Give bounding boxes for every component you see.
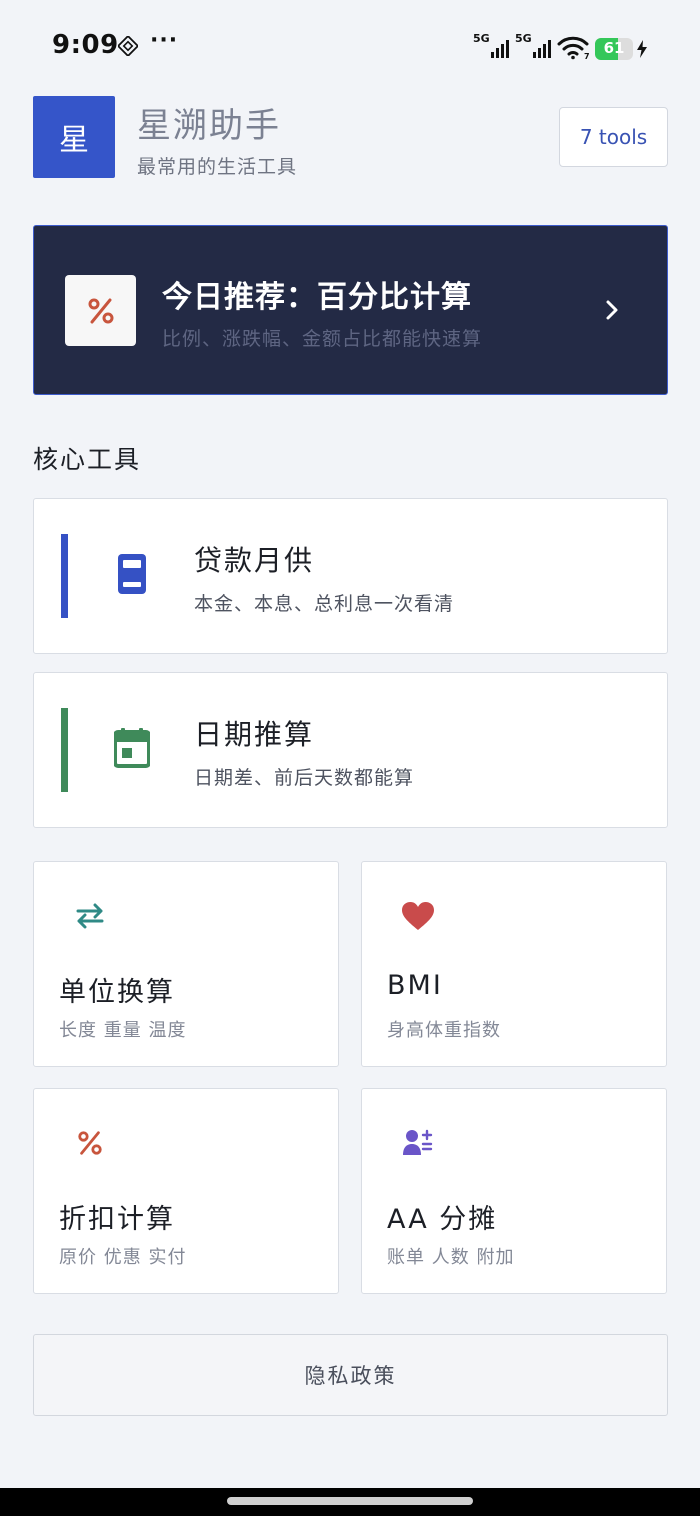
tool-description: 账单 人数 附加 (387, 1247, 515, 1268)
tool-card-bmi[interactable]: BMI 身高体重指数 (361, 861, 667, 1067)
tools-count-button[interactable]: 7 tools (559, 107, 668, 167)
chevron-right-icon (606, 300, 618, 320)
swap-arrows-icon (72, 898, 108, 934)
signal-label: 5G (473, 32, 490, 45)
wifi-badge: 7 (584, 52, 589, 60)
tool-title: 日期推算 (194, 718, 315, 751)
card-accent-bar (61, 708, 68, 792)
status-indicators: 5G 5G 7 61 (473, 30, 648, 60)
heart-icon (400, 898, 436, 934)
app-logo: 星 (33, 96, 115, 178)
notification-icon (118, 36, 138, 56)
recommendation-title: 今日推荐：百分比计算 (162, 280, 472, 315)
more-notifications-icon: ··· (150, 28, 179, 53)
tool-description: 原价 优惠 实付 (59, 1247, 187, 1268)
tool-description: 长度 重量 温度 (59, 1020, 187, 1041)
tool-title: 折扣计算 (59, 1204, 175, 1235)
cellular-signal-icon: 5G (473, 32, 509, 60)
navigation-bar (0, 1488, 700, 1516)
tool-title: BMI (387, 970, 443, 1001)
charging-icon (637, 40, 647, 58)
percent-icon (65, 275, 136, 346)
privacy-policy-button[interactable]: 隐私政策 (33, 1334, 668, 1416)
tool-title: AA 分摊 (387, 1204, 498, 1235)
tool-description: 身高体重指数 (387, 1020, 501, 1041)
signal-label: 5G (515, 32, 532, 45)
app-screen: 9:09 ··· 5G 5G 7 61 星 星溯助手 最常用的生活工具 7 to… (0, 0, 700, 1516)
status-bar: 9:09 ··· 5G 5G 7 61 (0, 0, 700, 90)
home-indicator[interactable] (227, 1497, 473, 1505)
app-title: 星溯助手 (137, 106, 281, 146)
tool-card-loan[interactable]: 贷款月供 本金、本息、总利息一次看清 (33, 498, 668, 654)
calculator-icon (110, 552, 154, 596)
person-add-icon (400, 1125, 436, 1161)
battery-level: 61 (603, 39, 625, 57)
calendar-icon (110, 726, 154, 770)
app-header: 星 星溯助手 最常用的生活工具 7 tools (33, 96, 668, 180)
wifi-icon: 7 (557, 36, 589, 60)
tool-title: 贷款月供 (194, 544, 315, 577)
battery-icon: 61 (595, 38, 633, 60)
app-subtitle: 最常用的生活工具 (137, 156, 298, 178)
card-accent-bar (61, 534, 68, 618)
recommendation-card[interactable]: 今日推荐：百分比计算 比例、涨跌幅、金额占比都能快速算 (33, 225, 668, 395)
status-time: 9:09 (52, 30, 119, 60)
cellular-signal-icon: 5G (515, 32, 551, 60)
tool-card-aa-split[interactable]: AA 分摊 账单 人数 附加 (361, 1088, 667, 1294)
tool-title: 单位换算 (59, 977, 175, 1008)
tool-card-date[interactable]: 日期推算 日期差、前后天数都能算 (33, 672, 668, 828)
tool-card-discount[interactable]: 折扣计算 原价 优惠 实付 (33, 1088, 339, 1294)
battery-indicator: 61 (595, 38, 648, 60)
recommendation-subtitle: 比例、涨跌幅、金额占比都能快速算 (162, 328, 483, 350)
percent-icon (72, 1125, 108, 1161)
section-title-core-tools: 核心工具 (33, 445, 142, 474)
tool-description: 本金、本息、总利息一次看清 (194, 593, 455, 615)
tool-card-unit-conversion[interactable]: 单位换算 长度 重量 温度 (33, 861, 339, 1067)
tool-description: 日期差、前后天数都能算 (194, 767, 415, 789)
